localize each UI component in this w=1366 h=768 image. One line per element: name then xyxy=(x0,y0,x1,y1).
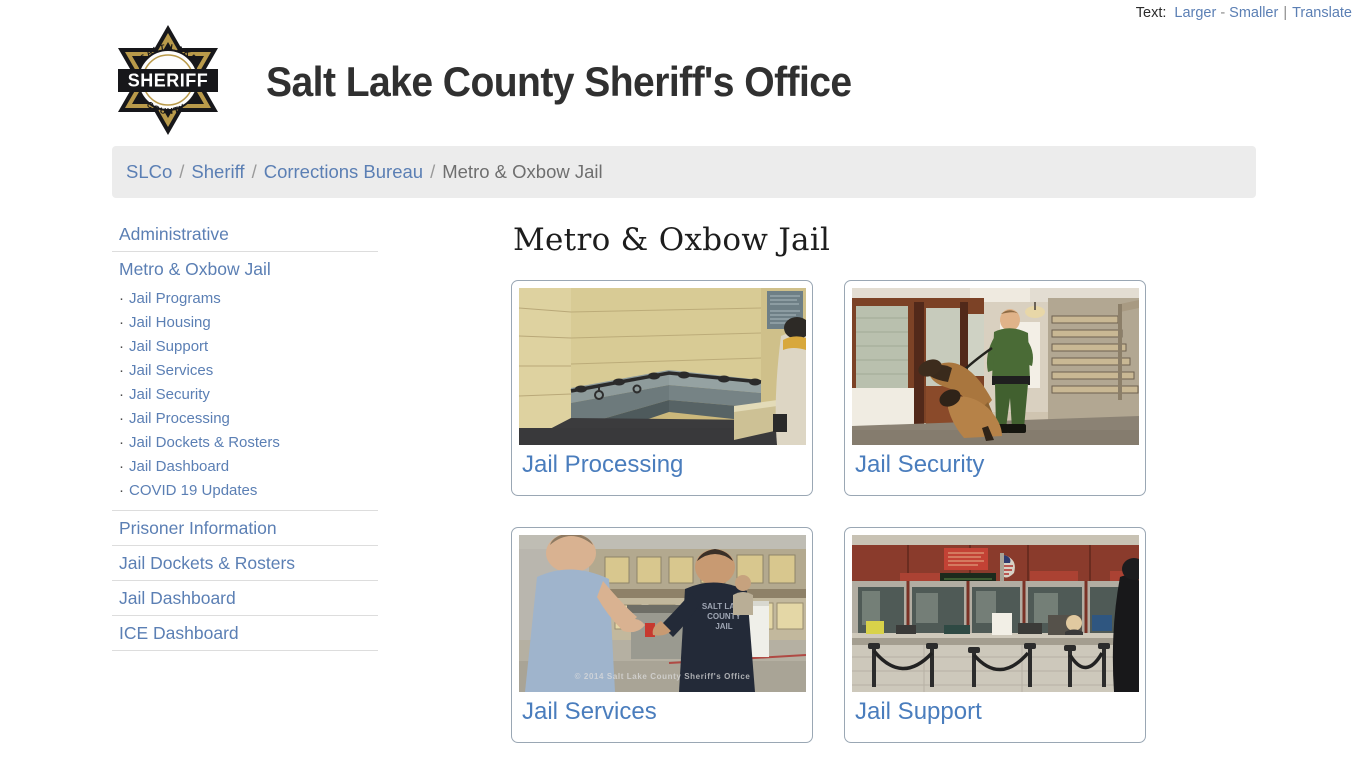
svg-text:SHERIFF: SHERIFF xyxy=(128,69,208,91)
sidebar-section-jail-dashboard: Jail Dashboard xyxy=(112,580,378,615)
bullet-icon: · xyxy=(119,433,124,451)
page-title: Metro & Oxbow Jail xyxy=(513,222,831,258)
breadcrumb-item-corrections-bureau[interactable]: Corrections Bureau xyxy=(264,161,423,183)
bullet-icon: · xyxy=(119,457,124,475)
card-jail-security[interactable]: Jail Security xyxy=(844,280,1146,496)
sidebar-item-jail-dashboard-top[interactable]: Jail Dashboard xyxy=(119,588,236,608)
bullet-icon: · xyxy=(119,337,124,355)
list-item: · COVID 19 Updates xyxy=(119,478,378,502)
breadcrumb-separator: / xyxy=(430,161,436,182)
card-link-jail-support[interactable]: Jail Support xyxy=(852,692,1138,727)
sidebar-item-prisoner-information[interactable]: Prisoner Information xyxy=(119,518,277,538)
card-link-jail-services[interactable]: Jail Services xyxy=(519,692,805,727)
k9-officer-hallway-photo xyxy=(852,288,1139,445)
sheriff-star-icon: SALT LAKE COUNTY SHERIFF xyxy=(118,25,218,135)
sidebar-item-administrative[interactable]: Administrative xyxy=(119,224,229,244)
sidebar-section-prisoner-information: Prisoner Information xyxy=(112,510,378,545)
sidebar-section-jail-dockets-rosters: Jail Dockets & Rosters xyxy=(112,545,378,580)
sidebar-item-jail-security[interactable]: Jail Security xyxy=(129,386,210,403)
card-jail-processing[interactable]: Jail Processing xyxy=(511,280,813,496)
bullet-icon: · xyxy=(119,313,124,331)
holding-cell-bench-photo xyxy=(519,288,806,445)
bullet-icon: · xyxy=(119,385,124,403)
sidebar-item-jail-dashboard[interactable]: Jail Dashboard xyxy=(129,458,229,475)
sheriff-badge-logo[interactable]: SALT LAKE COUNTY SHERIFF xyxy=(110,22,226,138)
main-content: Metro & Oxbow Jail Jail Processing Jail … xyxy=(511,222,1211,743)
card-jail-support[interactable]: Jail Support xyxy=(844,527,1146,743)
bullet-icon: · xyxy=(119,409,124,427)
bullet-icon: · xyxy=(119,289,124,307)
sidebar-section-metro-oxbow-jail: Metro & Oxbow Jail · Jail Programs · Jai… xyxy=(112,251,378,510)
sidebar-section-administrative: Administrative xyxy=(112,218,378,251)
sidebar-item-ice-dashboard[interactable]: ICE Dashboard xyxy=(119,623,239,643)
list-item: · Jail Security xyxy=(119,382,378,406)
sidebar-item-jail-dockets-rosters-top[interactable]: Jail Dockets & Rosters xyxy=(119,553,295,573)
jail-lobby-reception-desk-photo xyxy=(852,535,1139,692)
sidebar-item-metro-oxbow-jail[interactable]: Metro & Oxbow Jail xyxy=(119,259,271,279)
sidebar-item-covid-19-updates[interactable]: COVID 19 Updates xyxy=(129,482,257,499)
bullet-icon: · xyxy=(119,481,124,499)
breadcrumb-separator: / xyxy=(251,161,257,182)
breadcrumb-separator: / xyxy=(179,161,185,182)
sidebar-sublist: · Jail Programs · Jail Housing · Jail Su… xyxy=(119,286,378,502)
bullet-icon: · xyxy=(119,361,124,379)
breadcrumb: SLCo / Sheriff / Corrections Bureau / Me… xyxy=(112,146,1256,198)
site-header: SALT LAKE COUNTY SHERIFF Salt Lake Count… xyxy=(0,8,1366,146)
list-item: · Jail Dashboard xyxy=(119,454,378,478)
sidebar-item-jail-dockets-rosters[interactable]: Jail Dockets & Rosters xyxy=(129,434,280,451)
list-item: · Jail Processing xyxy=(119,406,378,430)
card-jail-services[interactable]: SALT LAKE COUNTY JAIL © 2014 Salt Lake C… xyxy=(511,527,813,743)
breadcrumb-item-slco[interactable]: SLCo xyxy=(126,161,172,183)
list-item: · Jail Support xyxy=(119,334,378,358)
inmate-property-exchange-photo: SALT LAKE COUNTY JAIL © 2014 Salt Lake C… xyxy=(519,535,806,692)
sidebar-item-jail-support[interactable]: Jail Support xyxy=(129,338,208,355)
image-watermark: © 2014 Salt Lake County Sheriff's Office xyxy=(574,672,751,681)
sidebar-item-jail-processing[interactable]: Jail Processing xyxy=(129,410,230,427)
sidebar-nav: Administrative Metro & Oxbow Jail · Jail… xyxy=(112,218,378,651)
list-item: · Jail Dockets & Rosters xyxy=(119,430,378,454)
breadcrumb-item-current: Metro & Oxbow Jail xyxy=(442,161,603,182)
list-item: · Jail Services xyxy=(119,358,378,382)
card-link-jail-security[interactable]: Jail Security xyxy=(852,445,1138,480)
list-item: · Jail Housing xyxy=(119,310,378,334)
sidebar-section-ice-dashboard: ICE Dashboard xyxy=(112,615,378,650)
sidebar-item-jail-housing[interactable]: Jail Housing xyxy=(129,314,211,331)
card-link-jail-processing[interactable]: Jail Processing xyxy=(519,445,805,480)
breadcrumb-item-sheriff[interactable]: Sheriff xyxy=(191,161,244,183)
sidebar-bottom-divider xyxy=(112,650,378,651)
sidebar-item-jail-services[interactable]: Jail Services xyxy=(129,362,213,379)
site-title: Salt Lake County Sheriff's Office xyxy=(266,58,852,105)
list-item: · Jail Programs xyxy=(119,286,378,310)
sidebar-item-jail-programs[interactable]: Jail Programs xyxy=(129,290,221,307)
svg-text:JAIL: JAIL xyxy=(715,622,732,631)
card-grid: Jail Processing Jail Security SALT LAKE … xyxy=(511,280,1211,743)
